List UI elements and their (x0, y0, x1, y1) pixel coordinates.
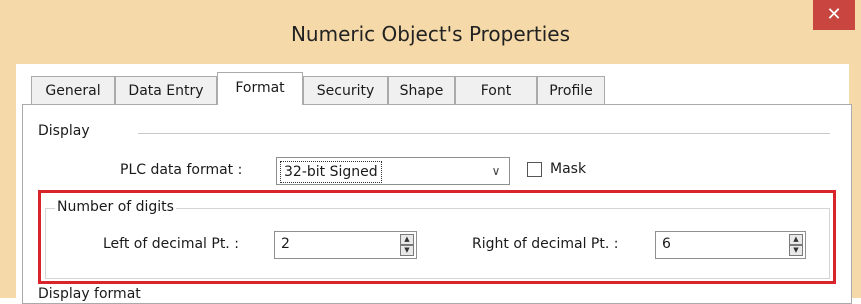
left-of-decimal-label: Left of decimal Pt. : (103, 236, 239, 252)
tab-font[interactable]: Font (455, 76, 537, 104)
tab-data-entry[interactable]: Data Entry (115, 76, 217, 104)
right-of-decimal-label: Right of decimal Pt. : (472, 236, 619, 252)
display-divider (138, 133, 830, 134)
left-of-decimal-spinbox[interactable]: 2 ▲ ▼ (274, 231, 417, 259)
tab-profile[interactable]: Profile (537, 76, 605, 104)
spin-up-icon[interactable]: ▲ (400, 234, 414, 245)
window-title: Numeric Object's Properties (290, 22, 571, 46)
right-spin-buttons: ▲ ▼ (789, 234, 803, 256)
spin-down-icon[interactable]: ▼ (400, 245, 414, 256)
mask-label: Mask (550, 161, 587, 177)
mask-checkbox[interactable] (527, 162, 542, 177)
window-frame-left (0, 64, 16, 298)
close-icon: ✕ (826, 4, 842, 25)
display-format-label: Display format (38, 286, 141, 302)
tab-format[interactable]: Format (217, 72, 303, 105)
spin-up-icon[interactable]: ▲ (789, 234, 803, 245)
close-button[interactable]: ✕ (813, 0, 855, 30)
right-of-decimal-spinbox[interactable]: 6 ▲ ▼ (655, 231, 806, 259)
display-section-label: Display (38, 123, 90, 139)
tab-shape[interactable]: Shape (388, 76, 455, 104)
plc-data-format-label: PLC data format : (120, 162, 243, 178)
plc-data-format-select[interactable]: 32-bit Signed ∨ (276, 157, 510, 185)
tab-security[interactable]: Security (303, 76, 388, 104)
left-of-decimal-value: 2 (281, 236, 290, 252)
chevron-down-icon[interactable]: ∨ (483, 158, 509, 184)
window-titlebar: Numeric Object's Properties ✕ (0, 0, 861, 64)
tab-general[interactable]: General (31, 76, 115, 104)
plc-data-format-value: 32-bit Signed (280, 161, 382, 183)
left-spin-buttons: ▲ ▼ (400, 234, 414, 256)
right-of-decimal-value: 6 (662, 236, 671, 252)
number-of-digits-label: Number of digits (55, 199, 176, 215)
spin-down-icon[interactable]: ▼ (789, 245, 803, 256)
